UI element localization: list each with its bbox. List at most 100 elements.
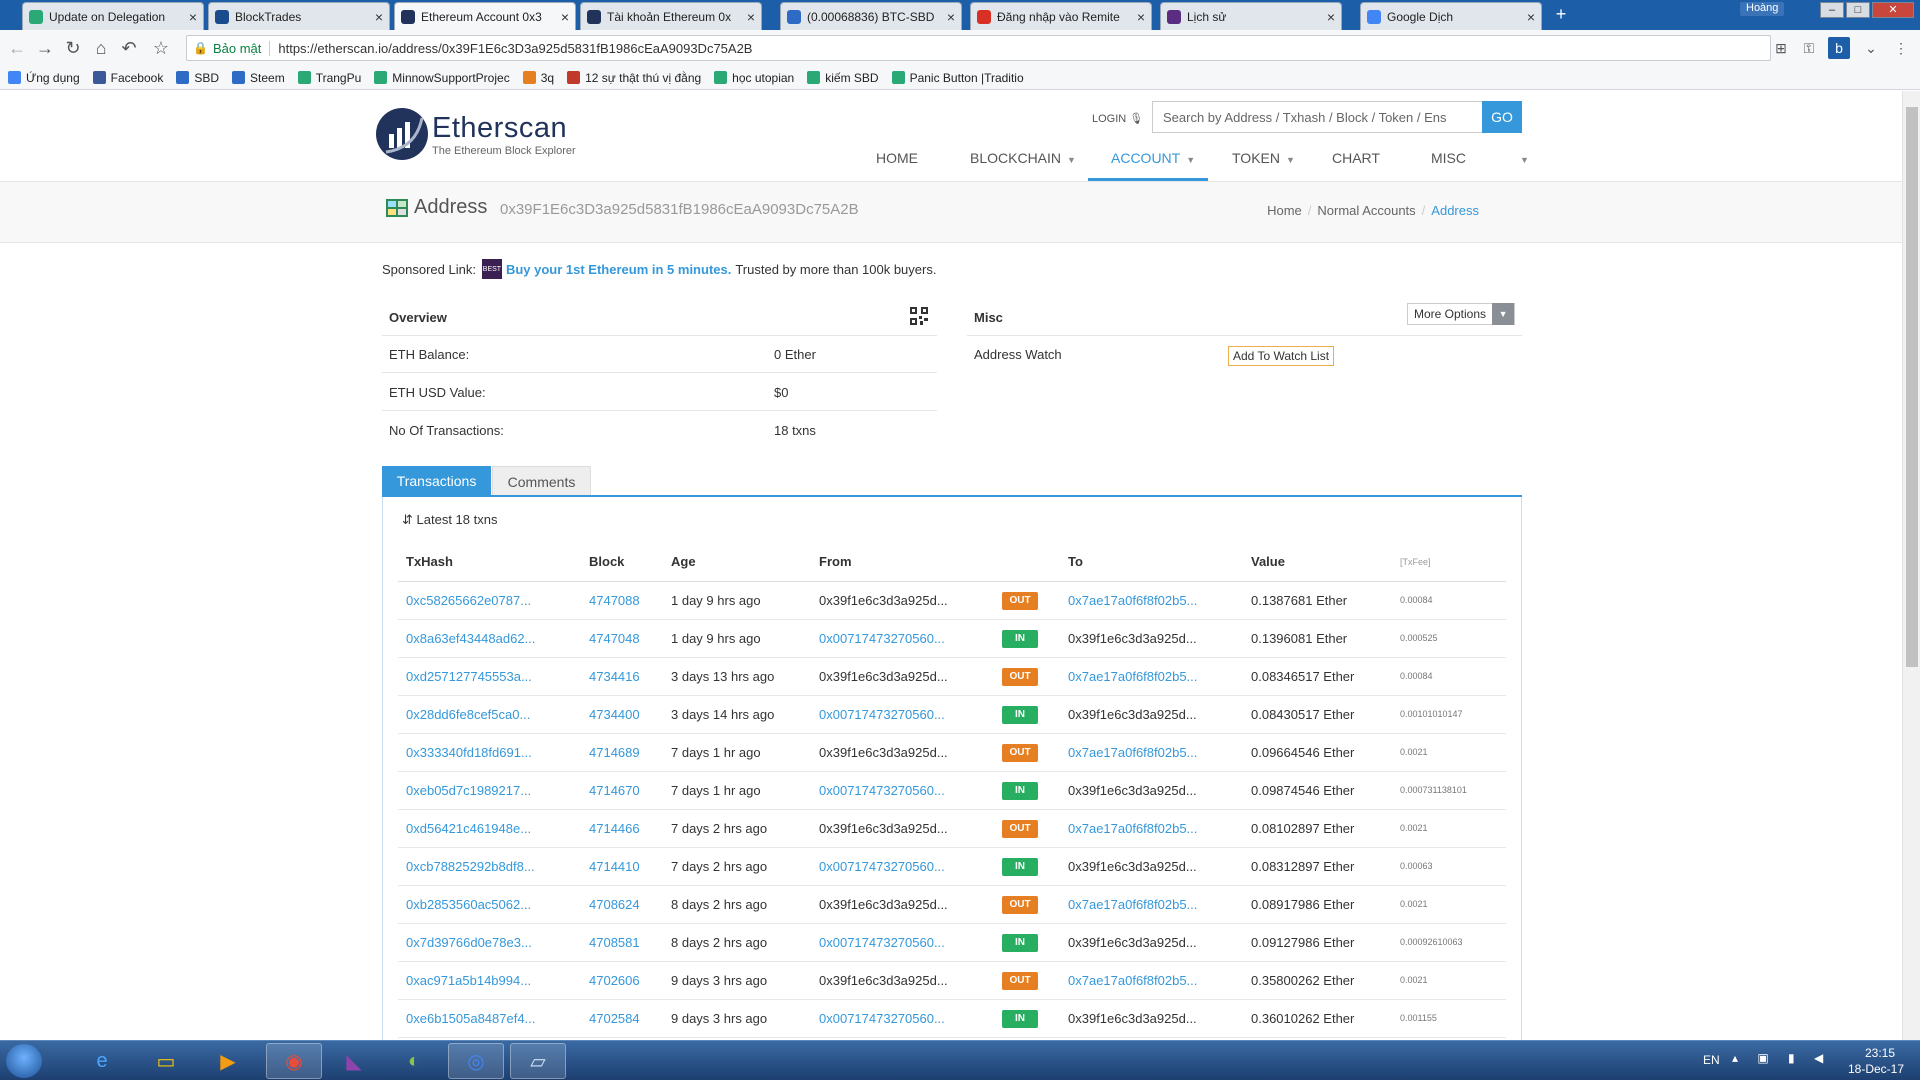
visual-studio-icon[interactable]: ◣ xyxy=(326,1043,382,1079)
translate-icon[interactable]: ⊞ xyxy=(1770,37,1792,59)
search-go-button[interactable]: GO xyxy=(1482,101,1522,133)
block-link[interactable]: 4714689 xyxy=(589,745,640,760)
tx-hash-link[interactable]: 0xe6b1505a8487ef4... xyxy=(406,1011,535,1026)
block-link[interactable]: 4708581 xyxy=(589,935,640,950)
to-address[interactable]: 0x7ae17a0f6f8f02b5... xyxy=(1068,593,1197,608)
chevron-down-icon[interactable]: ⌄ xyxy=(1860,37,1882,59)
browser-tab[interactable]: BlockTrades × xyxy=(208,2,390,30)
tx-hash-link[interactable]: 0x8a63ef43448ad62... xyxy=(406,631,535,646)
tab-close-icon[interactable]: × xyxy=(1327,9,1335,25)
to-address[interactable]: 0x7ae17a0f6f8f02b5... xyxy=(1068,973,1197,988)
reload-icon[interactable]: ↻ xyxy=(62,37,84,59)
browser-tab[interactable]: Update on Delegation × xyxy=(22,2,204,30)
maximize-button[interactable]: □ xyxy=(1846,2,1870,18)
forward-icon[interactable]: → xyxy=(34,37,56,59)
tab-transactions[interactable]: Transactions xyxy=(382,466,491,496)
new-tab-button[interactable]: + xyxy=(1548,5,1574,24)
media-player-icon[interactable]: ▶ xyxy=(200,1043,256,1079)
input-language[interactable]: EN xyxy=(1703,1053,1720,1067)
to-address[interactable]: 0x7ae17a0f6f8f02b5... xyxy=(1068,745,1197,760)
undo-icon[interactable]: ↶ xyxy=(118,37,140,59)
tab-close-icon[interactable]: × xyxy=(189,9,197,25)
from-address[interactable]: 0x00717473270560... xyxy=(819,1011,945,1026)
bookmark-item[interactable]: Steem xyxy=(232,71,285,85)
bookmark-item[interactable]: 12 sự thật thú vị đằng xyxy=(567,71,701,85)
start-button[interactable] xyxy=(6,1044,42,1078)
back-icon[interactable]: ← xyxy=(6,37,28,59)
bookmark-item[interactable]: Facebook xyxy=(92,71,163,85)
page-scrollbar[interactable] xyxy=(1902,91,1920,1040)
from-address[interactable]: 0x00717473270560... xyxy=(819,783,945,798)
menu-misc[interactable]: MISC ▼ xyxy=(1431,150,1529,172)
browser-tab[interactable]: Đăng nhập vào Remite × xyxy=(970,2,1152,30)
bookmark-item[interactable]: kiếm SBD xyxy=(807,71,879,85)
browser-tab[interactable]: (0.00068836) BTC-SBD × xyxy=(780,2,962,30)
block-link[interactable]: 4702606 xyxy=(589,973,640,988)
block-link[interactable]: 4714466 xyxy=(589,821,640,836)
from-address[interactable]: 0x00717473270560... xyxy=(819,631,945,646)
tx-hash-link[interactable]: 0x28dd6fe8cef5ca0... xyxy=(406,707,530,722)
bookmark-star-icon[interactable]: ☆ xyxy=(150,37,172,59)
tx-hash-link[interactable]: 0xac971a5b14b994... xyxy=(406,973,531,988)
to-address[interactable]: 0x7ae17a0f6f8f02b5... xyxy=(1068,821,1197,836)
tab-close-icon[interactable]: × xyxy=(747,9,755,25)
block-link[interactable]: 4702584 xyxy=(589,1011,640,1026)
login-link[interactable]: LOGIN 🎙 xyxy=(1092,112,1143,125)
file-explorer-icon[interactable]: ▭ xyxy=(138,1043,194,1079)
profile-badge[interactable]: Hoàng xyxy=(1740,2,1785,16)
tx-hash-link[interactable]: 0xcb78825292b8df8... xyxy=(406,859,535,874)
block-link[interactable]: 4734400 xyxy=(589,707,640,722)
to-address[interactable]: 0x7ae17a0f6f8f02b5... xyxy=(1068,669,1197,684)
tray-icons[interactable]: ▴ ▣ ▮ ◀ xyxy=(1732,1051,1831,1065)
app-red-icon[interactable]: ◉ xyxy=(266,1043,322,1079)
menu-chart[interactable]: CHART xyxy=(1332,150,1380,172)
menu-token[interactable]: TOKEN ▼ xyxy=(1232,150,1295,172)
extension-icon[interactable]: b xyxy=(1828,37,1850,59)
block-link[interactable]: 4747048 xyxy=(589,631,640,646)
tx-hash-link[interactable]: 0xd56421c461948e... xyxy=(406,821,531,836)
address-bar[interactable]: 🔒 Bảo mật https://etherscan.io/address/0… xyxy=(186,35,1771,61)
bookmark-item[interactable]: SBD xyxy=(176,71,219,85)
qr-code-icon[interactable] xyxy=(910,307,928,325)
more-options-button[interactable]: More Options ▼ xyxy=(1407,303,1516,325)
from-address[interactable]: 0x00717473270560... xyxy=(819,859,945,874)
tx-hash-link[interactable]: 0x7d39766d0e78e3... xyxy=(406,935,532,950)
to-address[interactable]: 0x7ae17a0f6f8f02b5... xyxy=(1068,897,1197,912)
clock-time[interactable]: 23:15 xyxy=(1848,1046,1912,1060)
bookmark-item[interactable]: TrangPu xyxy=(297,71,361,85)
block-link[interactable]: 4734416 xyxy=(589,669,640,684)
col-txfee[interactable]: [TxFee] xyxy=(1392,543,1506,582)
tab-comments[interactable]: Comments xyxy=(492,466,591,496)
tx-hash-link[interactable]: 0xb2853560ac5062... xyxy=(406,897,531,912)
tx-hash-link[interactable]: 0xd257127745553a... xyxy=(406,669,532,684)
browser-tab[interactable]: Lịch sử × xyxy=(1160,2,1342,30)
browser-tab[interactable]: Google Dịch × xyxy=(1360,2,1542,30)
browser-tab[interactable]: Tài khoản Ethereum 0x × xyxy=(580,2,762,30)
block-link[interactable]: 4714410 xyxy=(589,859,640,874)
breadcrumb-home[interactable]: Home xyxy=(1267,203,1302,218)
app-window-icon[interactable]: ▱ xyxy=(510,1043,566,1079)
search-input[interactable] xyxy=(1152,101,1482,133)
bookmark-item[interactable]: Ứng dụng xyxy=(8,71,80,85)
scrollbar-thumb[interactable] xyxy=(1906,107,1918,667)
clock-date[interactable]: 18-Dec-17 xyxy=(1840,1062,1912,1076)
block-link[interactable]: 4714670 xyxy=(589,783,640,798)
block-link[interactable]: 4747088 xyxy=(589,593,640,608)
url-text[interactable]: https://etherscan.io/address/0x39F1E6c3D… xyxy=(278,41,752,56)
tx-hash-link[interactable]: 0x333340fd18fd691... xyxy=(406,745,532,760)
tab-close-icon[interactable]: × xyxy=(561,9,569,25)
home-icon[interactable]: ⌂ xyxy=(90,37,112,59)
breadcrumb-normal-accounts[interactable]: Normal Accounts xyxy=(1317,203,1415,218)
tx-hash-link[interactable]: 0xeb05d7c1989217... xyxy=(406,783,531,798)
browser-tab[interactable]: Ethereum Account 0x3 × xyxy=(394,2,576,30)
bookmark-item[interactable]: Panic Button |Traditio xyxy=(891,71,1024,85)
bookmark-item[interactable]: 3q xyxy=(522,71,554,85)
tab-close-icon[interactable]: × xyxy=(1527,9,1535,25)
block-link[interactable]: 4708624 xyxy=(589,897,640,912)
key-icon[interactable]: ⚿ xyxy=(1798,37,1820,59)
from-address[interactable]: 0x00717473270560... xyxy=(819,935,945,950)
tab-close-icon[interactable]: × xyxy=(375,9,383,25)
minimize-button[interactable]: – xyxy=(1820,2,1844,18)
menu-icon[interactable]: ⋮ xyxy=(1890,37,1912,59)
sponsor-link[interactable]: Buy your 1st Ethereum in 5 minutes. xyxy=(506,262,731,277)
